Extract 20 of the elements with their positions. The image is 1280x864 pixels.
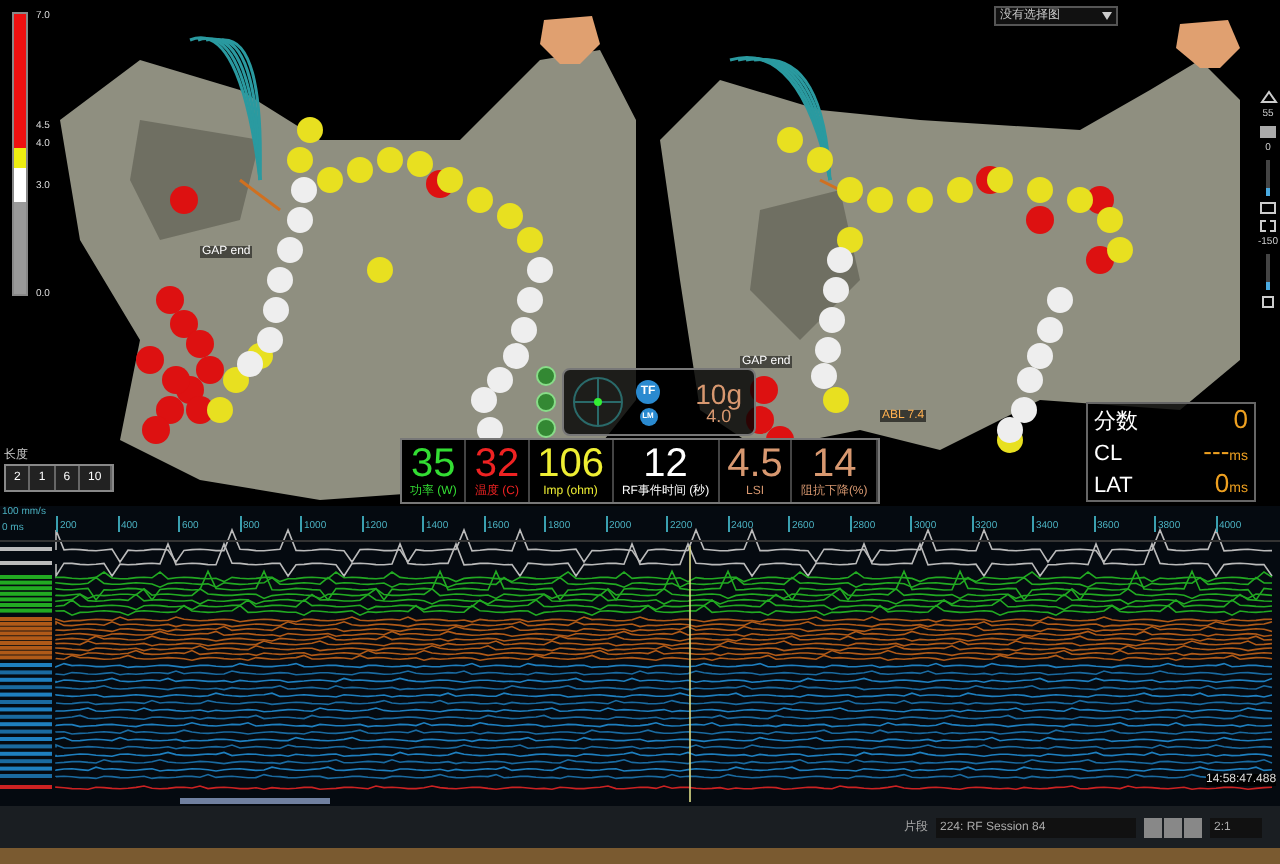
mesh-shadow-drawing [130, 120, 260, 240]
stat-label: 分数 [1094, 412, 1138, 434]
stat-value: 0 [1233, 406, 1248, 432]
metric-value: 106 [537, 444, 604, 484]
pyramid-icon[interactable] [1259, 90, 1277, 104]
torso-icon [540, 16, 600, 64]
metric-value: 32 [474, 444, 520, 484]
grid-icon[interactable] [1260, 220, 1276, 232]
metric-value: 4.5 [727, 444, 783, 484]
force-value: 10g [695, 379, 742, 407]
target-icon [568, 372, 628, 432]
stat-label: CL [1094, 444, 1123, 466]
metric-value: 35 [411, 444, 456, 484]
stat-label: LAT [1094, 476, 1133, 498]
metric-value: 14 [811, 444, 857, 484]
torso-icon [1176, 20, 1240, 68]
caret-icon [1102, 12, 1112, 20]
scrollbar[interactable] [180, 798, 330, 804]
metric-value: 12 [643, 444, 688, 484]
force-sub-value: 4.0 [706, 407, 732, 425]
